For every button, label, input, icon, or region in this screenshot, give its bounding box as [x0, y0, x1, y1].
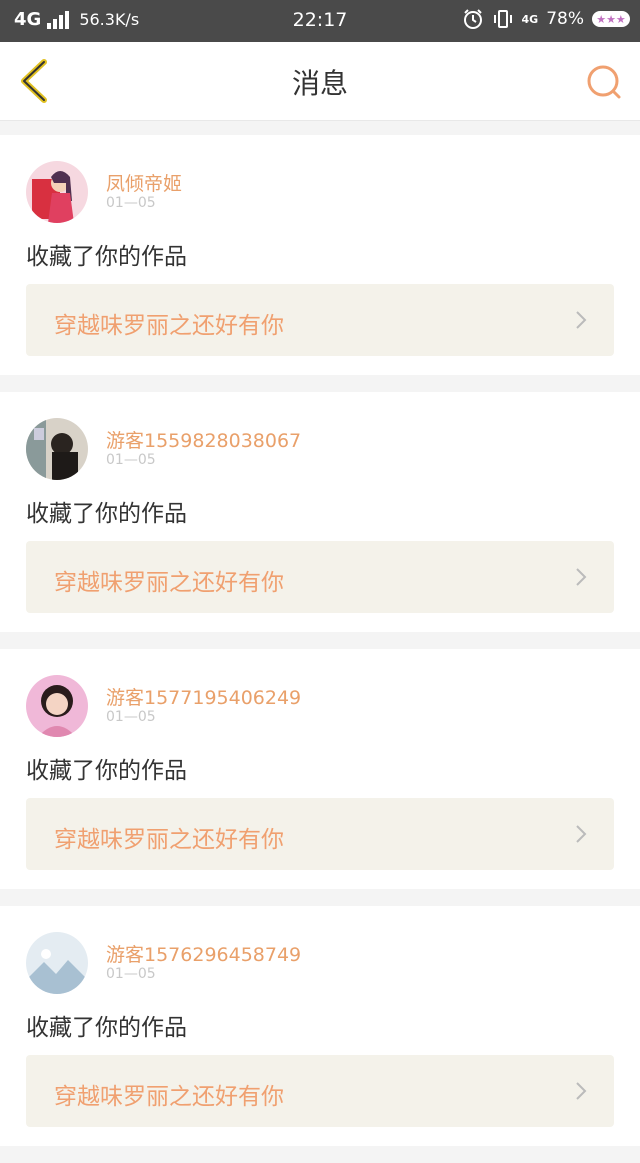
- message-text: 收藏了你的作品: [26, 1015, 187, 1041]
- work-title: 穿越味罗丽之还好有你: [54, 313, 284, 339]
- work-title: 穿越味罗丽之还好有你: [54, 1084, 284, 1110]
- vibrate-icon: [493, 10, 512, 28]
- chevron-right-icon: [576, 825, 587, 843]
- username[interactable]: 凤倾帝姬: [106, 169, 182, 196]
- top-nav-bar: 消息: [0, 42, 640, 121]
- work-title: 穿越味罗丽之还好有你: [54, 570, 284, 596]
- search-icon[interactable]: [584, 62, 624, 102]
- work-link[interactable]: 穿越味罗丽之还好有你: [26, 284, 614, 356]
- avatar[interactable]: [26, 418, 88, 480]
- alarm-icon: [463, 9, 482, 29]
- message-text: 收藏了你的作品: [26, 758, 187, 784]
- message-card: 游客1559828038067 01—05 收藏了你的作品 穿越味罗丽之还好有你: [0, 392, 640, 632]
- message-card: 游客1576296458749 01—05 收藏了你的作品 穿越味罗丽之还好有你: [0, 906, 640, 1146]
- message-date: 01—05: [106, 195, 156, 211]
- message-text: 收藏了你的作品: [26, 244, 187, 270]
- message-text: 收藏了你的作品: [26, 501, 187, 527]
- page-title: 消息: [291, 67, 348, 100]
- message-list: 凤倾帝姬 01—05 收藏了你的作品 穿越味罗丽之还好有你 游客15598280…: [0, 135, 640, 1163]
- status-bar: 4G 56.3K/s 22:17 4G 78% ★★★: [0, 0, 640, 42]
- work-title: 穿越味罗丽之还好有你: [54, 827, 284, 853]
- chevron-right-icon: [576, 311, 587, 329]
- chevron-right-icon: [576, 568, 587, 586]
- username[interactable]: 游客1576296458749: [106, 940, 301, 967]
- message-card: 凤倾帝姬 01—05 收藏了你的作品 穿越味罗丽之还好有你: [0, 135, 640, 375]
- avatar[interactable]: [26, 675, 88, 737]
- username[interactable]: 游客1559828038067: [106, 426, 301, 453]
- work-link[interactable]: 穿越味罗丽之还好有你: [26, 798, 614, 870]
- avatar[interactable]: [26, 161, 88, 223]
- avatar[interactable]: [26, 932, 88, 994]
- chevron-right-icon: [576, 1082, 587, 1100]
- battery-percent: 78%: [546, 9, 584, 29]
- message-date: 01—05: [106, 966, 156, 982]
- work-link[interactable]: 穿越味罗丽之还好有你: [26, 1055, 614, 1127]
- message-date: 01—05: [106, 709, 156, 725]
- username[interactable]: 游客1577195406249: [106, 683, 301, 710]
- battery-icon: ★★★: [592, 11, 630, 27]
- work-link[interactable]: 穿越味罗丽之还好有你: [26, 541, 614, 613]
- message-card: 游客1577195406249 01—05 收藏了你的作品 穿越味罗丽之还好有你: [0, 649, 640, 889]
- status-right: 4G 78% ★★★: [462, 8, 630, 30]
- network-type-right: 4G: [521, 12, 539, 26]
- message-date: 01—05: [106, 452, 156, 468]
